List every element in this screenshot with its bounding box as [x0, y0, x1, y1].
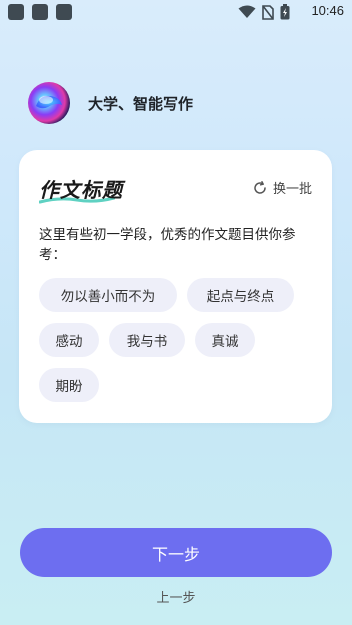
no-sim-icon: [262, 4, 274, 20]
next-step-button[interactable]: 下一步: [20, 528, 332, 577]
app-header: 大学、智能写作: [26, 80, 193, 126]
card-title-block: 作文标题: [39, 174, 123, 204]
refresh-label: 换一批: [272, 182, 312, 197]
app-title: 大学、智能写作: [88, 94, 194, 113]
title-tag[interactable]: 感动: [39, 323, 99, 357]
title-tag[interactable]: 勿以善小而不为: [39, 278, 177, 312]
app-logo-icon: [28, 82, 70, 124]
title-tag[interactable]: 真诚: [195, 323, 255, 357]
status-bar: 10:46: [0, 0, 352, 26]
refresh-icon: [254, 180, 266, 194]
wifi-icon: [238, 5, 256, 18]
previous-step-link[interactable]: 上一步: [0, 587, 352, 606]
status-time: 10:46: [311, 3, 344, 18]
notification-icon: [56, 4, 72, 20]
title-tag[interactable]: 起点与终点: [187, 278, 294, 312]
card-description: 这里有些初一学段，优秀的作文题目供你参考：: [39, 227, 296, 263]
title-tag[interactable]: 期盼: [39, 368, 99, 402]
card-title: 作文标题: [39, 178, 123, 202]
battery-charging-icon: [280, 4, 290, 20]
title-tag[interactable]: 我与书: [109, 323, 185, 357]
notification-icon: [32, 4, 48, 20]
title-suggestion-card: 作文标题 换一批 这里有些初一学段，优秀的作文题目供你参考： 勿以善小而不为 起…: [19, 150, 332, 423]
notification-icon: [8, 4, 24, 20]
refresh-button[interactable]: 换一批: [253, 178, 312, 197]
